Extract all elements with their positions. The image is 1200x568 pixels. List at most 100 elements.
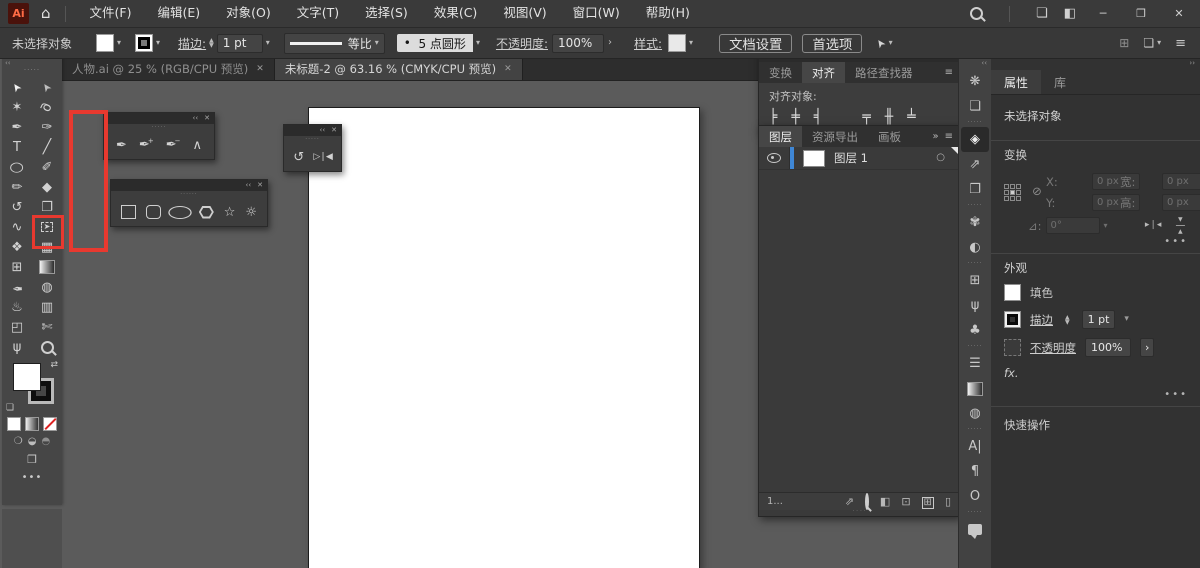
rotate-tool[interactable]: ↺ (2, 197, 32, 217)
pen-tool[interactable]: ✒ (2, 117, 32, 137)
menu-window[interactable]: 窗口(W) (573, 7, 620, 20)
opacity-link[interactable]: 不透明度: (496, 35, 548, 52)
new-sublayer-button[interactable]: ⊡ (901, 495, 910, 508)
collapse-icon[interactable]: ‹‹ (320, 127, 326, 134)
fill-swatch[interactable] (1004, 284, 1021, 301)
stroke-swatch[interactable] (1004, 311, 1021, 328)
layer-row[interactable]: 图层 1 ○ (759, 147, 959, 170)
workspace-switcher-icon[interactable]: ◧ (1064, 7, 1076, 20)
color-guide-panel-button[interactable]: ❏ (961, 94, 989, 119)
dock-group-divider[interactable]: ····· (968, 426, 983, 434)
asset-export-panel-button[interactable]: ⇗ (961, 152, 989, 177)
paintbrush-tool[interactable]: ✐ (32, 157, 62, 177)
menu-help[interactable]: 帮助(H) (646, 7, 690, 20)
menu-view[interactable]: 视图(V) (503, 7, 546, 20)
artboards-panel-button[interactable]: ❐ (961, 177, 989, 202)
home-icon[interactable]: ⌂ (41, 6, 51, 21)
symbols-panel-button[interactable]: ♣ (961, 318, 989, 343)
collapse-icon[interactable]: ‹‹ (246, 182, 252, 189)
lasso-tool[interactable]: ϱ (32, 97, 62, 117)
expand-icon[interactable]: » (932, 131, 938, 142)
artboard[interactable] (308, 107, 700, 568)
reflect-tool[interactable]: ▷❘◀ (313, 152, 332, 162)
opacity-expand-button[interactable]: › (1140, 338, 1155, 357)
curvature-tool[interactable]: ✑ (32, 117, 62, 137)
menu-file[interactable]: 文件(F) (90, 7, 132, 20)
width-tool[interactable]: ∿ (2, 217, 32, 237)
layer-name[interactable]: 图层 1 (834, 150, 868, 166)
eyedropper-tool[interactable]: ✒ (2, 277, 32, 297)
brush-select[interactable]: • 5 点圆形 ▾ (396, 34, 480, 52)
expand-panels-icon[interactable]: ‹‹ (981, 58, 991, 69)
polygon-tool[interactable] (198, 205, 214, 219)
shape-builder-tool[interactable]: ❖ (2, 237, 32, 257)
dock-group-divider[interactable]: ····· (968, 343, 983, 351)
zoom-tool[interactable] (32, 337, 62, 357)
tab-layers[interactable]: 图层 (759, 126, 802, 147)
close-icon[interactable]: ✕ (257, 182, 263, 189)
panel-menu-icon[interactable]: ≡ (945, 131, 953, 142)
rounded-rectangle-tool[interactable] (145, 205, 161, 219)
stroke-swatch[interactable] (135, 34, 154, 52)
close-tab-icon[interactable]: ✕ (504, 64, 512, 74)
layer-thumbnail[interactable] (803, 149, 825, 167)
eye-icon[interactable] (767, 153, 781, 163)
palette-panel-button[interactable]: ✾ (961, 210, 989, 235)
style-picker[interactable]: ▾ (668, 34, 693, 52)
transparency-panel-button[interactable]: ◍ (961, 401, 989, 426)
isolate-selection-control[interactable]: ➤ ▾ (873, 35, 893, 50)
style-swatch[interactable] (668, 34, 687, 52)
blend-tool[interactable]: ◍ (32, 277, 62, 297)
add-anchor-point-tool[interactable]: ✒+ (139, 138, 154, 152)
stroke-link[interactable]: 描边 (1030, 312, 1053, 328)
style-link[interactable]: 样式: (634, 35, 662, 52)
gradient-wedge-panel-button[interactable]: ◐ (961, 235, 989, 260)
flip-vertical-icon[interactable]: ▸❘◂ (1175, 217, 1185, 234)
dock-group-divider[interactable]: ····· (968, 202, 983, 210)
color-mode-button[interactable] (7, 417, 21, 431)
constrain-proportions-icon[interactable]: ⊘ (1032, 186, 1042, 198)
width-profile-select[interactable]: 等比 ▾ (283, 32, 385, 54)
ellipse-tool[interactable]: ○ (2, 157, 32, 177)
drag-handle[interactable]: ······ (111, 191, 267, 198)
gradient-tool[interactable] (32, 257, 62, 277)
collect-for-export-button[interactable]: ⇗ (845, 495, 854, 508)
make-clipping-mask-button[interactable]: ◧ (880, 495, 890, 508)
collapse-toolbar-icon[interactable]: ‹‹ (5, 60, 11, 67)
align-left-button[interactable]: ╞ (769, 110, 777, 124)
rectangle-tool[interactable] (120, 205, 136, 219)
opacity-field[interactable]: 100% (1085, 338, 1131, 357)
column-graph-tool[interactable]: ▥ (32, 297, 62, 317)
character-panel-button[interactable]: A| (961, 434, 989, 459)
document-tab-active[interactable]: 未标题-2 @ 63.16 % (CMYK/CPU 预览) ✕ (274, 58, 523, 80)
anchor-point-tool[interactable]: ∧ (192, 139, 202, 152)
document-setup-button[interactable]: 文档设置 (719, 33, 793, 53)
fill-swatch[interactable] (96, 34, 115, 52)
delete-anchor-point-tool[interactable]: ✒− (166, 138, 181, 152)
comments-panel-button[interactable] (961, 517, 989, 542)
align-v-center-button[interactable]: ╫ (885, 110, 893, 124)
drag-handle[interactable]: ····· (104, 124, 214, 131)
stroke-panel-button[interactable]: ☰ (961, 351, 989, 376)
locate-object-button[interactable] (864, 493, 869, 510)
close-tab-icon[interactable]: ✕ (256, 64, 264, 74)
opacity-expand-icon[interactable]: › (608, 38, 612, 48)
screen-mode-icon[interactable]: ❐ (27, 454, 37, 465)
width-field[interactable]: 0 px (1162, 173, 1200, 190)
dock-group-divider[interactable]: ····· (968, 119, 983, 127)
minimize-button[interactable]: ─ (1092, 8, 1114, 19)
arrange-documents-icon[interactable]: ❏ (1036, 7, 1048, 20)
shaper-tool[interactable]: ✏ (2, 177, 32, 197)
document-tab[interactable]: 人物.ai @ 25 % (RGB/CPU 预览) ✕ (62, 58, 275, 80)
type-tool[interactable]: T (2, 137, 32, 157)
layer-target-icon[interactable]: ○ (936, 153, 945, 163)
paragraph-panel-button[interactable]: ¶ (961, 459, 989, 484)
menu-select[interactable]: 选择(S) (365, 7, 408, 20)
rotate-tool[interactable]: ↺ (293, 151, 304, 164)
touch-workspace-icon[interactable]: ⊞ (1119, 37, 1129, 49)
dock-group-divider[interactable]: ····· (968, 509, 983, 517)
new-layer-button[interactable]: ⊞ (921, 495, 934, 509)
toolbar-drag-handle[interactable]: ····· (2, 67, 62, 75)
artboard-tool[interactable]: ◰ (2, 317, 32, 337)
direct-selection-tool[interactable]: ➤ (32, 77, 62, 97)
